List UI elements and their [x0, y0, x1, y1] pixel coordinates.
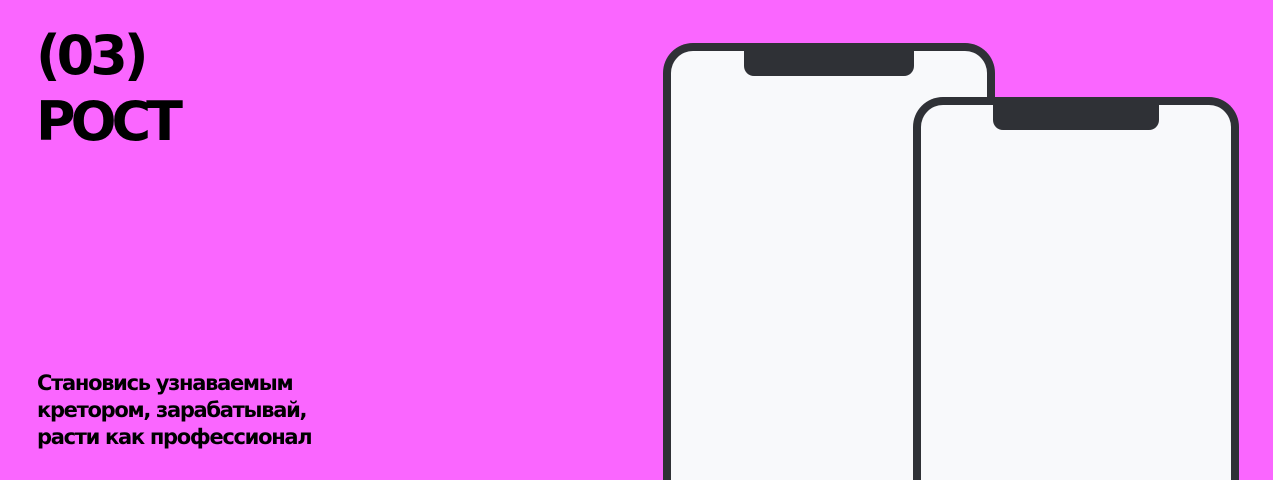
smartphone-frame-icon — [913, 97, 1239, 480]
phone-notch — [744, 50, 914, 76]
step-description-line: расти как профессионал — [37, 425, 313, 449]
step-title: РОСТ — [36, 90, 183, 153]
step-description-line: Становись узнаваемым — [37, 371, 294, 395]
phone-notch — [993, 104, 1159, 130]
step-description: Становись узнаваемым кретором, зарабатыв… — [37, 370, 417, 451]
step-description-line: кретором, зарабатывай, — [37, 398, 307, 422]
growth-banner: (03) РОСТ Становись узнаваемым кретором,… — [0, 0, 1273, 480]
step-number: (03) — [36, 24, 148, 87]
